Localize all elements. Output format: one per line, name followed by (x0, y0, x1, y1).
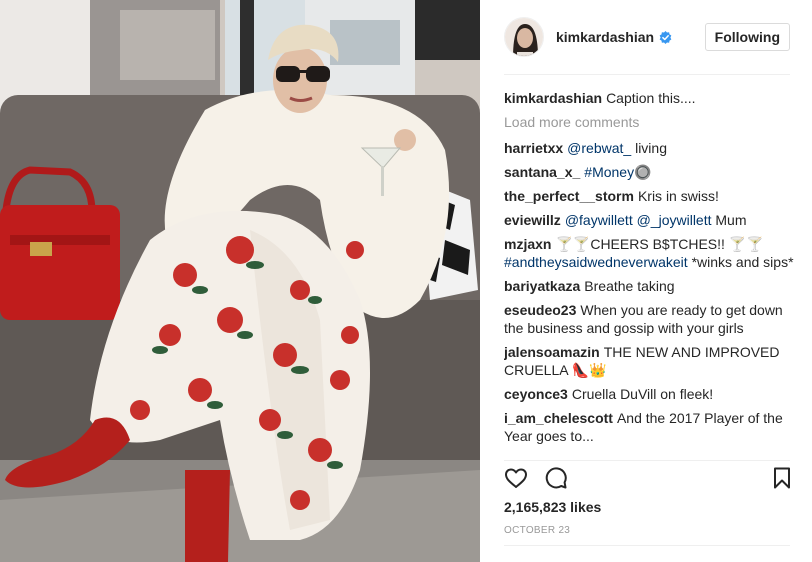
comment-text: 🍸🍸CHEERS B$TCHES!! 🍸🍸 (555, 236, 764, 252)
comment-username[interactable]: jalensoamazin (504, 344, 600, 360)
comment-item: i_am_chelescott And the 2017 Player of th… (504, 409, 794, 445)
post-photo[interactable] (0, 0, 480, 562)
comment-mention[interactable]: @rebwat_ (567, 140, 631, 156)
post-photo-image (0, 0, 480, 562)
comment-text: Mum (711, 212, 747, 228)
comment-item: mzjaxn 🍸🍸CHEERS B$TCHES!! 🍸🍸 #andtheysaid… (504, 235, 794, 271)
comment-icon[interactable] (544, 466, 568, 490)
comment-item: jalensoamazin THE NEW AND IMPROVED CRUELL… (504, 343, 794, 379)
load-more-comments-link[interactable]: Load more comments (504, 113, 794, 131)
following-button[interactable]: Following (704, 23, 790, 51)
comment-mention[interactable]: @faywillett @_joywillett (565, 212, 712, 228)
comment-text: Breathe taking (584, 278, 675, 294)
caption-username[interactable]: kimkardashian (504, 90, 602, 106)
comment-username[interactable]: mzjaxn (504, 236, 551, 252)
footer-divider (504, 545, 790, 546)
comments-list[interactable]: kimkardashian Caption this.... Load more … (504, 89, 794, 458)
comment-hashtag[interactable]: #Money (584, 164, 634, 180)
comment-username[interactable]: harrietxx (504, 140, 563, 156)
comment-text: living (631, 140, 667, 156)
post-actions (504, 466, 794, 490)
verified-badge-icon (659, 30, 672, 44)
comment-item: bariyatkaza Breathe taking (504, 277, 794, 295)
comment-item: eseudeo23 When you are ready to get down … (504, 301, 794, 337)
avatar-image (505, 18, 543, 56)
post-author-username[interactable]: kimkardashian (556, 29, 654, 45)
comment-text: *winks and sips* (687, 254, 794, 270)
avatar[interactable] (504, 17, 544, 57)
post-side-panel: kimkardashian Following kimkardashian Cap… (480, 0, 812, 562)
comments-divider (504, 460, 790, 461)
header-divider (504, 74, 790, 75)
comment-username[interactable]: eseudeo23 (504, 302, 576, 318)
heart-icon[interactable] (504, 466, 528, 490)
comment-item: eviewillz @faywillett @_joywillett Mum (504, 211, 794, 229)
comment-username[interactable]: bariyatkaza (504, 278, 580, 294)
post-header: kimkardashian Following (504, 16, 790, 58)
comment-text: Kris in swiss! (637, 188, 719, 204)
comment-username[interactable]: ceyonce3 (504, 386, 568, 402)
comment-hashtag[interactable]: #andtheysaidwedneverwakeit (504, 254, 688, 270)
caption-text: Caption this.... (606, 90, 696, 106)
comment-text: Cruella DuVill on fleek! (571, 386, 714, 402)
comment-item: the_perfect__storm Kris in swiss! (504, 187, 794, 205)
comment-username[interactable]: santana_x_ (504, 164, 580, 180)
comment-username[interactable]: eviewillz (504, 212, 561, 228)
like-count[interactable]: 2,165,823 likes (504, 499, 601, 515)
post-date[interactable]: OCTOBER 23 (504, 525, 570, 536)
bookmark-icon[interactable] (770, 466, 794, 490)
comment-item: santana_x_ #Money🔘 (504, 163, 794, 181)
comment-username[interactable]: i_am_chelescott (504, 410, 613, 426)
post-caption: kimkardashian Caption this.... (504, 89, 794, 107)
comment-item: ceyonce3 Cruella DuVill on fleek! (504, 385, 794, 403)
comment-item: harrietxx @rebwat_ living (504, 139, 794, 157)
comment-username[interactable]: the_perfect__storm (504, 188, 634, 204)
comment-text: 🔘 (634, 164, 652, 180)
